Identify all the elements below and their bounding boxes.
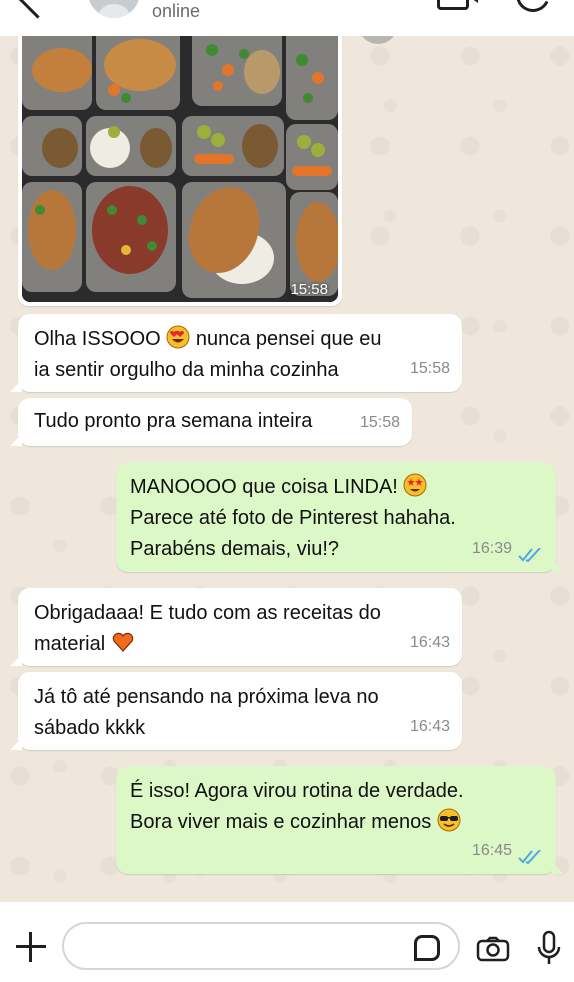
message-timestamp: 15:58 (359, 414, 400, 431)
meal-prep-image (22, 20, 338, 302)
read-receipt-icon (518, 850, 541, 864)
message-incoming[interactable]: Tudo pronto pra semana inteira 15:58 (10, 398, 412, 446)
photo-message[interactable]: 15:58 (18, 20, 342, 306)
orange-heart-emoji-icon (112, 632, 133, 652)
contact-status: online (152, 1, 201, 21)
message-text: Obrigadaaa! E tudo com as receitas do ma… (34, 602, 381, 655)
message-outgoing[interactable]: É isso! Agora virou rotina de verdade. B… (116, 766, 564, 874)
message-text: Tudo pronto pra semana inteira (34, 410, 313, 432)
contact-avatar[interactable] (88, 0, 140, 18)
camera-icon[interactable] (476, 936, 510, 962)
message-composer (0, 902, 574, 982)
message-text: Já tô até pensando na próxima leva no sá… (34, 686, 379, 739)
phone-call-icon[interactable] (511, 0, 555, 17)
message-text: É isso! Agora virou rotina de verdade. B… (130, 780, 464, 833)
read-receipt-icon (518, 548, 541, 562)
message-incoming[interactable]: Obrigadaaa! E tudo com as receitas do ma… (10, 588, 462, 666)
message-timestamp: 16:43 (409, 634, 450, 651)
attach-plus-icon[interactable] (14, 930, 48, 964)
sunglasses-emoji-icon (437, 808, 461, 832)
chat-header: online (0, 0, 574, 36)
meal-prep-photo[interactable]: 15:58 (22, 20, 338, 302)
message-timestamp: 16:43 (409, 718, 450, 735)
photo-timestamp: 15:58 (290, 281, 328, 298)
sticker-icon[interactable] (414, 935, 440, 961)
message-incoming[interactable]: Já tô até pensando na próxima leva no sá… (10, 672, 462, 750)
heart-eyes-emoji-icon (166, 325, 190, 349)
message-text: Olha ISSOOO nunca pensei que eu ia senti… (34, 324, 446, 386)
message-timestamp: 16:39 (471, 540, 512, 557)
message-incoming[interactable]: Olha ISSOOO nunca pensei que eu ia senti… (10, 314, 462, 392)
back-arrow-icon[interactable] (18, 0, 57, 19)
microphone-icon[interactable] (536, 930, 562, 966)
video-call-icon[interactable] (437, 0, 478, 10)
star-eyes-emoji-icon (403, 473, 427, 497)
message-input[interactable] (62, 922, 460, 970)
message-outgoing[interactable]: MANOOOO que coisa LINDA! Parece até foto… (116, 462, 564, 572)
message-timestamp: 16:45 (471, 842, 512, 859)
message-timestamp: 15:58 (409, 360, 450, 377)
